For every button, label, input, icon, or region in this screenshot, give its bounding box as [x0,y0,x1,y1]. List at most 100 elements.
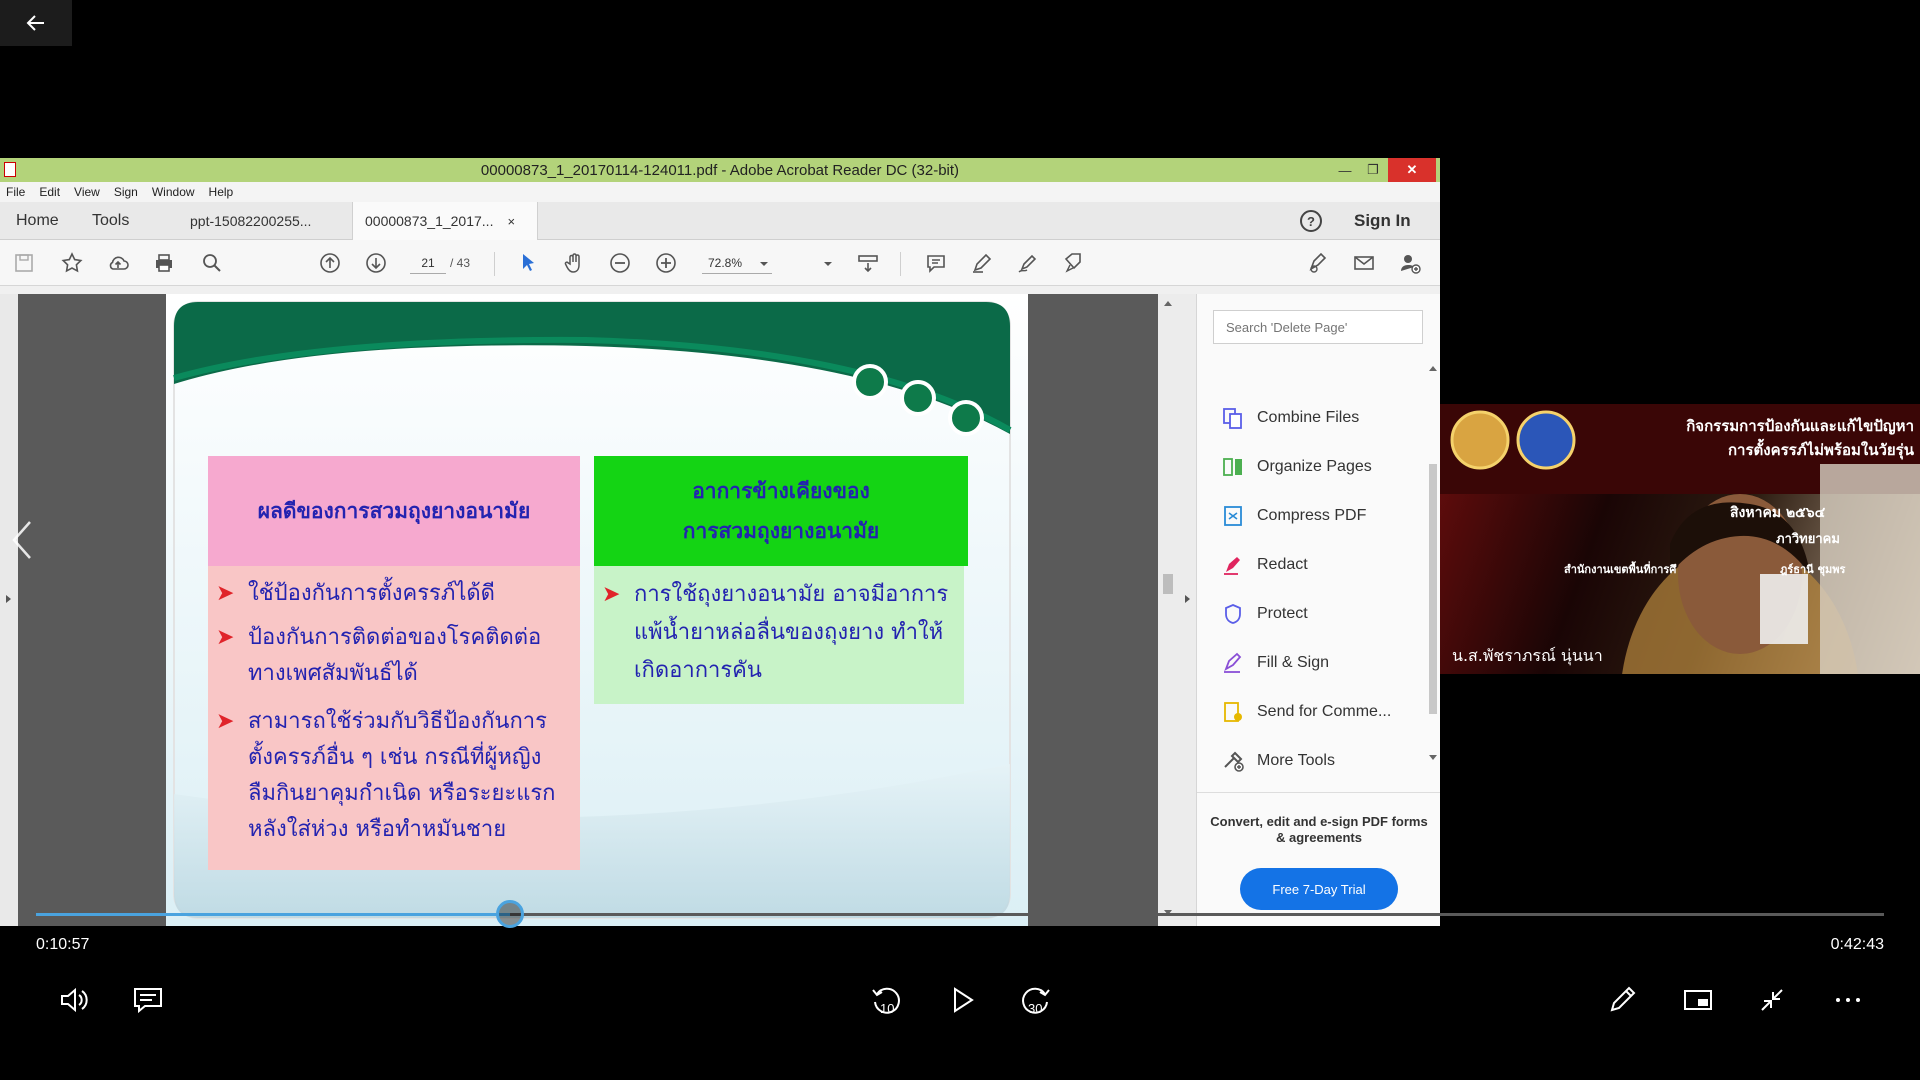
slide-left-body: ➤ ใช้ป้องกันการตั้งครรภ์ได้ดี ➤ ป้องกันก… [208,566,580,870]
menu-help[interactable]: Help [209,185,234,199]
exit-fullscreen-button[interactable] [1750,978,1794,1022]
miniplayer-button[interactable] [1676,978,1720,1022]
share-tag-icon[interactable] [1062,251,1086,275]
webcam-office-text: สำนักงานเขตพื้นที่การศึ [1564,563,1677,576]
office-seal-icon [1516,410,1576,470]
document-tab-ppt[interactable]: ppt-15082200255... [178,202,352,240]
sign-in-button[interactable]: Sign In [1354,202,1411,240]
tools-search-input[interactable] [1213,310,1423,344]
menu-sign[interactable]: Sign [114,185,138,199]
back-button[interactable] [0,0,72,46]
bullet-line: หลังใส่ห่วง หรือทำหมันชาย [248,817,507,842]
tool-fill-sign[interactable]: Fill & Sign [1221,649,1329,677]
scroll-thumb[interactable] [1163,574,1173,594]
speaker-name: น.ส.พัชราภรณ์ นุ่นนา [1452,646,1603,665]
tab-close-icon[interactable]: × [507,214,515,229]
document-scrollbar[interactable] [1158,294,1178,926]
tool-more-tools[interactable]: More Tools [1221,747,1335,775]
play-button[interactable] [940,978,984,1022]
draw-icon[interactable] [1016,251,1040,275]
panel-divider [1197,792,1440,793]
tool-redact[interactable]: Redact [1221,551,1308,579]
tools-tab[interactable]: Tools [92,202,129,240]
zoom-out-icon[interactable] [608,251,632,275]
link-sign-icon[interactable] [1306,251,1330,275]
bullet-arrow-icon: ➤ [216,581,235,606]
exit-fullscreen-icon [1761,989,1783,1011]
previous-slide-icon[interactable] [8,518,36,562]
menu-edit[interactable]: Edit [39,185,60,199]
captions-button[interactable] [126,978,170,1022]
school-seal-icon [1450,410,1510,470]
panel-scrollbar[interactable] [1427,364,1439,760]
page-number-input[interactable]: 21 [410,252,446,274]
chevron-down-icon[interactable] [752,251,776,275]
scroll-down-icon[interactable] [1428,754,1438,762]
forward-30-button[interactable]: 30 [1014,978,1058,1022]
chevron-down-icon[interactable] [816,251,840,275]
forward-30-icon: 30 [1022,987,1050,1016]
more-button[interactable] [1826,978,1870,1022]
document-view[interactable]: ผลดีของการสวมถุงยางอนามัย ➤ ใช้ป้องกันกา… [18,294,1158,926]
toolbar-divider [494,252,495,276]
slide-left-header: ผลดีของการสวมถุงยางอนามัย [257,497,531,523]
rewind-10-button[interactable]: 10 [864,978,908,1022]
tool-label: Protect [1257,605,1308,622]
pen-button[interactable] [1600,978,1644,1022]
tool-combine-files[interactable]: Combine Files [1221,404,1359,432]
play-icon [954,987,974,1013]
print-icon[interactable] [152,251,176,275]
menu-view[interactable]: View [74,185,100,199]
chevron-right-icon[interactable] [2,592,16,606]
page-down-icon[interactable] [364,251,388,275]
bullet-line: แพ้น้ำยาหล่อลื่นของถุงยาง ทำให้ [634,620,944,645]
page-up-icon[interactable] [318,251,342,275]
document-tab-active[interactable]: 00000873_1_2017... × [352,202,538,240]
scroll-mode-icon[interactable] [856,251,880,275]
slide-right-header-line: อาการข้างเคียงของ [692,478,870,503]
menu-window[interactable]: Window [152,185,195,199]
star-icon[interactable] [60,251,84,275]
add-user-icon[interactable] [1398,251,1422,275]
slide-right-body: ➤ การใช้ถุงยางอนามัย อาจมีอาการ แพ้น้ำยา… [594,566,964,704]
restore-icon[interactable]: ❐ [1358,158,1388,182]
tool-compress-pdf[interactable]: Compress PDF [1221,502,1366,530]
volume-button[interactable] [52,978,96,1022]
chevron-right-icon[interactable] [1181,592,1195,606]
close-window-icon[interactable]: ✕ [1388,158,1436,182]
seek-thumb[interactable] [495,900,524,928]
scroll-up-icon[interactable] [1162,298,1174,308]
zoom-in-icon[interactable] [654,251,678,275]
pdf-icon [4,162,16,177]
highlight-pen-icon[interactable] [970,251,994,275]
webcam-month-text: สิงหาคม ๒๕๖๔ [1730,505,1826,521]
home-tab[interactable]: Home [16,202,59,240]
tool-protect[interactable]: Protect [1221,600,1308,628]
tool-organize-pages[interactable]: Organize Pages [1221,453,1372,481]
combine-files-icon [1221,406,1245,430]
menu-file[interactable]: File [6,185,25,199]
bullet-line: สามารถใช้ร่วมกับวิธีป้องกันการ [248,709,547,734]
help-icon[interactable]: ? [1300,210,1322,232]
upload-cloud-icon[interactable] [106,251,130,275]
hand-tool-icon[interactable] [562,251,586,275]
save-icon[interactable] [12,251,36,275]
tool-label: Compress PDF [1257,507,1367,524]
bullet-item: ➤ ใช้ป้องกันการตั้งครรภ์ได้ดี [216,576,572,612]
webcam-banner-line: กิจกรรมการป้องกันและแก้ไขปัญหา [1686,417,1914,435]
mail-icon[interactable] [1352,251,1376,275]
free-trial-button[interactable]: Free 7-Day Trial [1240,868,1398,910]
tool-label: Organize Pages [1257,458,1372,475]
scroll-up-icon[interactable] [1428,364,1438,372]
bullet-arrow-icon: ➤ [216,709,235,734]
minimize-icon[interactable]: — [1330,158,1360,182]
tool-send-for-comments[interactable]: Send for Comme... [1221,698,1391,726]
scroll-thumb[interactable] [1429,464,1437,714]
send-for-comments-icon [1221,700,1245,724]
zoom-search-icon[interactable] [200,251,224,275]
select-cursor-icon[interactable] [516,251,540,275]
seek-bar[interactable] [36,900,1884,928]
volume-icon [61,987,88,1013]
bullet-line: ป้องกันการติดต่อของโรคติดต่อ [248,625,542,650]
comment-icon[interactable] [924,251,948,275]
